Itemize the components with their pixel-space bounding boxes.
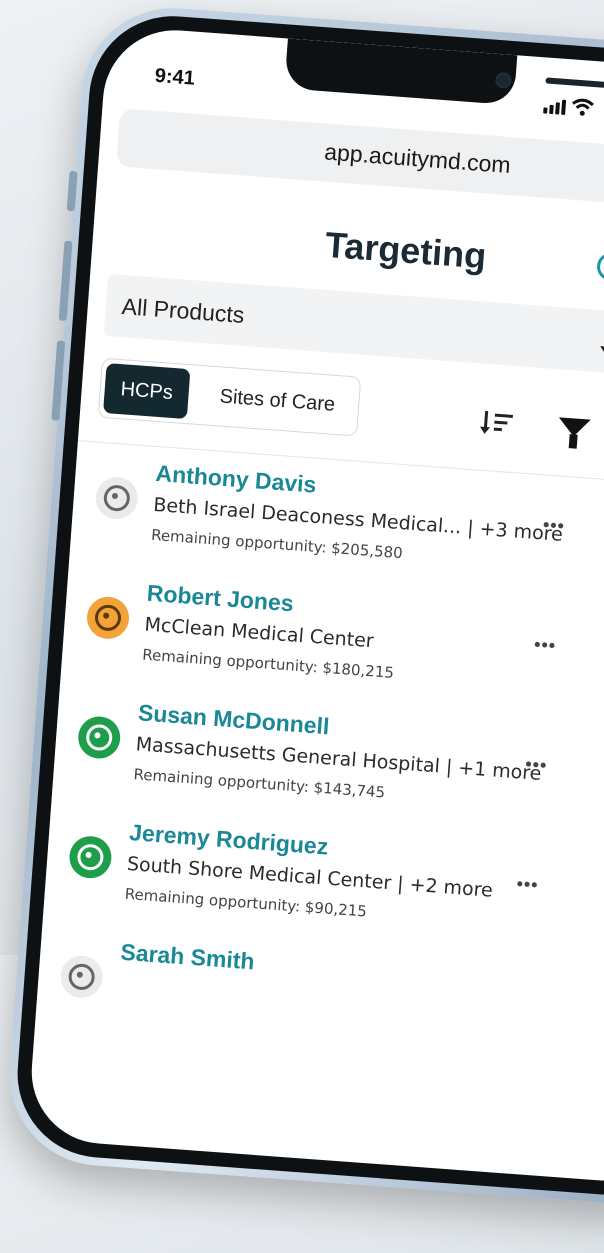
status-icons xyxy=(543,95,604,122)
hcp-site: McClean Medical Center xyxy=(143,613,375,653)
notch xyxy=(284,38,604,106)
phone-bezel: 9:41 app.acuitymd.com Targeting All Prod… xyxy=(11,10,604,1201)
filter-icon[interactable] xyxy=(557,417,591,438)
target-icon xyxy=(85,595,131,641)
hcp-name[interactable]: Susan McDonnell xyxy=(137,699,330,740)
hcp-name[interactable]: Robert Jones xyxy=(146,580,294,618)
target-icon xyxy=(67,834,113,880)
phone-frame: 9:41 app.acuitymd.com Targeting All Prod… xyxy=(3,1,604,1210)
address-bar[interactable]: app.acuitymd.com xyxy=(116,108,604,211)
phone-screen: 9:41 app.acuitymd.com Targeting All Prod… xyxy=(26,25,604,1186)
sort-icon[interactable] xyxy=(479,409,515,439)
mute-switch xyxy=(66,170,78,212)
hcp-opportunity: Remaining opportunity: $90,215 xyxy=(124,884,368,921)
more-options-button[interactable]: ••• xyxy=(533,634,557,657)
chevron-down-icon xyxy=(599,346,604,356)
target-icon xyxy=(76,715,122,760)
camera-icon xyxy=(494,71,513,89)
tab-sites-of-care[interactable]: Sites of Care xyxy=(197,370,358,431)
target-icon xyxy=(59,954,105,1000)
tab-hcps[interactable]: HCPs xyxy=(103,363,191,420)
hcp-name[interactable]: Sarah Smith xyxy=(120,939,256,976)
wifi-icon xyxy=(571,97,595,121)
speaker-grille xyxy=(545,77,604,89)
more-options-button[interactable]: ••• xyxy=(542,514,565,537)
url-text: app.acuitymd.com xyxy=(323,138,512,179)
volume-up-button xyxy=(58,240,73,322)
volume-down-button xyxy=(51,340,66,421)
phone-scene: 9:41 app.acuitymd.com Targeting All Prod… xyxy=(0,0,604,1252)
more-options-button[interactable]: ••• xyxy=(525,754,548,777)
target-icon xyxy=(94,475,140,521)
status-time: 9:41 xyxy=(154,64,196,90)
segment-control: HCPs Sites of Care xyxy=(97,357,362,437)
product-select-value: All Products xyxy=(120,293,246,328)
more-options-button[interactable]: ••• xyxy=(516,874,539,897)
hcp-name[interactable]: Anthony Davis xyxy=(155,460,318,499)
